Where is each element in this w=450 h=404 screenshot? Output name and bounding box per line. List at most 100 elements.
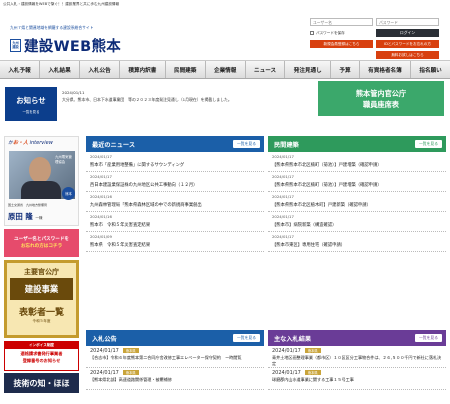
news-text: 九州森林管理局「熊本県森林区域の中での新規商事業創出 xyxy=(90,203,202,208)
bid-result-date: 2024/01/17 熊本県 xyxy=(272,370,442,376)
bid-notice-item[interactable]: 2024/01/17 熊本県 【合志市】令和６年度熊本第二合同庁舎改修工事エレベー… xyxy=(86,346,264,368)
bid-result-item[interactable]: 2024/01/17 熊本県 球磨郡内山水道事業に関する工事１５号工事 xyxy=(268,368,446,390)
news-date: 2024/01/17 xyxy=(90,154,112,159)
news-text: 熊本市「産業用地整備」に関するサウンディング xyxy=(90,163,185,168)
bid-result-date-text: 2024/01/17 xyxy=(272,348,301,354)
bid-notice-date-text: 2024/01/17 xyxy=(90,370,119,376)
bid-notice-date-text: 2024/01/17 xyxy=(90,348,119,354)
photo-caption: 九州電気管理協会 xyxy=(55,155,72,164)
bid-result-text: 球磨郡内山水道事業に関する工事１５号工事 xyxy=(272,377,354,382)
nav-item[interactable]: 入札公告 xyxy=(80,61,121,78)
region-tag: 熊本県 xyxy=(304,370,321,375)
nav-item[interactable]: 有資格者名簿 xyxy=(360,61,412,78)
nav-item[interactable]: 指名願い xyxy=(411,61,450,78)
news-title: 最近のニュース xyxy=(92,141,136,149)
news-item[interactable]: 2024/01/17 西日本建設業保証株の九州地区公共工事動向（１２月） xyxy=(86,172,264,192)
interview-title-b: interview xyxy=(29,140,53,146)
bid-result-text: 青井土地区画整理事業（都市区）１０区区分工事物合件は、２６,５００千円で新社に落… xyxy=(272,355,442,366)
login-panel: パスワードを保存 ログイン 新規会員登録はこちら IDとパスワードをお忘れの方 … xyxy=(310,18,440,62)
awards-banner[interactable]: 主要官公庁 建設事業 表彰者一覧 令和５年度 xyxy=(4,260,79,338)
login-button[interactable]: ログイン xyxy=(376,29,439,37)
person-name: 原田 隆 一様 xyxy=(8,211,43,222)
private-text: 【熊本県熊本市北区植木町】戸建新築（確認申請） xyxy=(272,203,371,208)
nav-item[interactable]: 積算内訳書 xyxy=(120,61,166,78)
gov-banner-line1: 熊本管内官公庁 xyxy=(355,88,407,98)
notice-date: 2024/01/11 xyxy=(62,90,85,95)
awards-banner-line2: 建設事業 xyxy=(10,278,73,300)
bid-result-item[interactable]: 2024/01/17 熊本県 青井土地区画整理事業（都市区）１０区区分工事物合件は… xyxy=(268,346,446,368)
private-item[interactable]: 2024/01/17 【熊本市東区】専用住宅（確認申請） xyxy=(268,232,446,252)
person-name-text: 原田 隆 xyxy=(8,212,33,221)
register-button[interactable]: 新規会員登録はこちら xyxy=(310,40,373,48)
nav-item[interactable]: 民間建築 xyxy=(166,61,206,78)
gov-seating-banner[interactable]: 熊本管内官公庁 職員座席表 xyxy=(318,81,444,116)
bid-result-more-button[interactable]: 一覧を見る xyxy=(415,334,442,342)
news-text: 熊本県 令和５年災害査定結果 xyxy=(90,243,151,248)
notice-label[interactable]: お知らせ 一覧を見る xyxy=(5,87,57,121)
private-item[interactable]: 2024/01/17 【熊本県熊本市北区楠町（菊池）】戸建増築（確認申請） xyxy=(268,152,446,172)
interview-banner[interactable]: かお・人 interview 九州電気管理協会 熊本 国土交通省 九州地方整備局… xyxy=(4,136,79,226)
news-date: 2024/01/17 xyxy=(90,174,112,179)
nav-item[interactable]: 入札予報 xyxy=(0,61,41,78)
private-date: 2024/01/17 xyxy=(272,174,294,179)
news-column: 最近のニュース 一覧を見る 2024/01/17 熊本市「産業用地整備」に関するサ… xyxy=(86,136,264,252)
private-text: 【熊本県熊本市北区楠町（菊池）】戸建増築（確認申請） xyxy=(272,163,382,168)
private-text: 【熊本県熊本市北区楠町（菊池）】戸建増築（確認申請） xyxy=(272,183,382,188)
nav-item[interactable]: 予算 xyxy=(331,61,360,78)
bid-result-header: 主な入札結果 一覧を見る xyxy=(268,330,446,346)
news-item[interactable]: 2024/01/09 熊本県 令和５年災害査定結果 xyxy=(86,232,264,252)
private-item[interactable]: 2024/01/17 【熊本県熊本市北区植木町】戸建新築（確認申請） xyxy=(268,192,446,212)
interview-title: かお・人 interview xyxy=(5,137,78,148)
awards-banner-line4: 令和５年度 xyxy=(32,319,51,323)
site-logo[interactable]: 九州建設 建設WEB熊本 xyxy=(10,34,121,56)
private-date: 2024/01/17 xyxy=(272,194,294,199)
private-date: 2024/01/17 xyxy=(272,214,294,219)
person-honorific: 一様 xyxy=(35,216,43,220)
region-tag: 熊本県 xyxy=(304,348,321,353)
news-text: 熊本市 令和５年災害査定結果 xyxy=(90,223,151,228)
notice-body: 2024/01/11 大分県、熊本市、日本下水道事業団 等の２０２３年度発注見通… xyxy=(62,89,302,103)
region-tag: 熊本県 xyxy=(122,348,139,353)
news-more-button[interactable]: 一覧を見る xyxy=(233,140,260,148)
invoice-banner-body: 適格請求書発行事業者 登録番号のお知らせ xyxy=(5,349,78,364)
username-input[interactable] xyxy=(310,18,373,26)
checkbox-icon xyxy=(310,31,314,35)
password-input[interactable] xyxy=(376,18,439,26)
private-building-column: 民間建築 一覧を見る 2024/01/17 【熊本県熊本市北区楠町（菊池）】戸建増… xyxy=(268,136,446,252)
notice-more-link[interactable]: 一覧を見る xyxy=(23,109,40,114)
left-sidebar: かお・人 interview 九州電気管理協会 熊本 国土交通省 九州地方整備局… xyxy=(4,136,79,393)
password-help-banner[interactable]: ユーザー名とパスワードを お忘れの方はコチラ xyxy=(4,229,79,257)
bid-result-date: 2024/01/17 熊本県 xyxy=(272,348,442,354)
news-item[interactable]: 2024/01/16 九州森林管理局「熊本県森林区域の中での新規商事業創出 xyxy=(86,192,264,212)
invoice-line2: 登録番号のお知らせ xyxy=(22,358,61,363)
person-suit xyxy=(21,181,61,199)
nav-item[interactable]: ニュース xyxy=(246,61,286,78)
awards-banner-line1: 主要官公庁 xyxy=(24,268,59,276)
private-more-button[interactable]: 一覧を見る xyxy=(415,140,442,148)
notice-text[interactable]: 大分県、熊本市、日本下水道事業団 等の２０２３年度発注見通し（1月現在）を掲載し… xyxy=(62,96,302,103)
nav-item[interactable]: 発注見通し xyxy=(285,61,332,78)
pw-banner-line2: お忘れの方はコチラ xyxy=(20,244,63,249)
nav-item[interactable]: 入札結果 xyxy=(40,61,81,78)
private-item[interactable]: 2024/01/17 【熊本市】病院新築（構造確認） xyxy=(268,212,446,232)
bid-notice-item[interactable]: 2024/01/17 熊本県 【熊本県北部】高速道路関係管理・被覆補修 xyxy=(86,368,264,390)
private-date: 2024/01/17 xyxy=(272,154,294,159)
region-tag: 熊本県 xyxy=(122,370,139,375)
remember-password-label: パスワードを保存 xyxy=(316,30,345,35)
invoice-banner[interactable]: インボイス制度 適格請求書発行事業者 登録番号のお知らせ xyxy=(4,341,79,371)
bid-result-column: 主な入札結果 一覧を見る 2024/01/17 熊本県 青井土地区画整理事業（都市… xyxy=(268,330,446,390)
remember-password-checkbox[interactable]: パスワードを保存 xyxy=(310,29,373,37)
tech-banner[interactable]: 技術の知・ほほ xyxy=(4,373,79,393)
private-item[interactable]: 2024/01/17 【熊本県熊本市北区楠町（菊池）】戸建増築（確認申請） xyxy=(268,172,446,192)
news-text: 西日本建設業保証株の九州地区公共工事動向（１２月） xyxy=(90,183,198,188)
bid-notice-date: 2024/01/17 熊本県 xyxy=(90,348,260,354)
bid-notice-more-button[interactable]: 一覧を見る xyxy=(233,334,260,342)
free-trial-button[interactable]: 無料お試しはこちら xyxy=(376,51,439,59)
site-header: 九州７県と関連地域を網羅する建設系総合サイト 九州建設 建設WEB熊本 パスワー… xyxy=(0,8,450,60)
forgot-password-button[interactable]: IDとパスワードをお忘れの方 xyxy=(376,40,439,48)
nav-item[interactable]: 企業情報 xyxy=(206,61,246,78)
top-bar: 公共入札・建設情報をWEBで繋ぐ！！建設業界と共に歩む九州建設情報 xyxy=(0,0,450,8)
news-item[interactable]: 2024/01/17 熊本市「産業用地整備」に関するサウンディング xyxy=(86,152,264,172)
private-date: 2024/01/17 xyxy=(272,234,294,239)
news-item[interactable]: 2024/01/16 熊本市 令和５年災害査定結果 xyxy=(86,212,264,232)
